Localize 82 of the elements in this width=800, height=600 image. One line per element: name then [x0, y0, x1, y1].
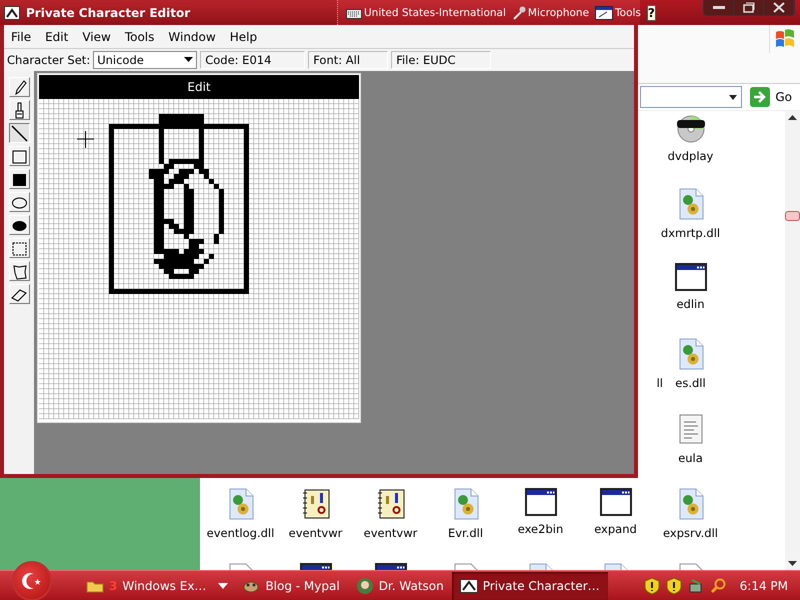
dropdown-arrow-icon	[184, 57, 194, 63]
menu-item[interactable]: Tools	[118, 30, 162, 44]
file-name[interactable]: ll	[656, 376, 663, 390]
code-panel: Code: E014	[200, 51, 306, 69]
menu-item[interactable]: View	[75, 30, 118, 44]
go-button[interactable]: Go	[746, 87, 796, 107]
application-window-icon	[674, 263, 706, 291]
file-name[interactable]: Evr.dll	[448, 526, 484, 540]
editor-icon	[460, 578, 478, 592]
security-shield-icon[interactable]	[644, 576, 660, 594]
line-icon	[10, 124, 28, 142]
doctor-icon	[356, 576, 374, 594]
rect-select-tool-button[interactable]	[8, 238, 30, 258]
file-name[interactable]: eula	[678, 451, 703, 465]
freeform-select-tool-button[interactable]	[8, 261, 30, 281]
network-icon[interactable]	[688, 578, 704, 594]
font-panel: Font: All	[308, 51, 388, 69]
file-name[interactable]: eventvwr	[364, 526, 418, 540]
pencil-tool-button[interactable]	[8, 77, 30, 97]
file-name[interactable]: eventlog.dll	[206, 526, 274, 540]
application-window-icon	[600, 488, 632, 516]
restore-icon	[742, 2, 754, 13]
pane-title: Edit	[39, 75, 359, 99]
disc-icon	[674, 113, 706, 143]
file-name[interactable]: edlin	[676, 297, 705, 311]
dll-file-icon	[676, 488, 704, 520]
crosshair-cursor-icon	[76, 130, 94, 148]
scroll-down-icon	[788, 561, 797, 567]
menu-item[interactable]: Help	[222, 30, 264, 44]
taskbar-button[interactable]: Private Character…	[452, 572, 608, 600]
minimize-icon	[712, 6, 724, 10]
file-name[interactable]: eventvwr	[288, 526, 342, 540]
keyboard-icon	[346, 6, 362, 18]
rectangle-tool-button[interactable]	[8, 146, 30, 166]
dll-file-icon	[226, 488, 254, 520]
file-name[interactable]: es.dll	[675, 376, 706, 390]
address-field[interactable]	[640, 86, 742, 108]
ellipse-tool-button[interactable]	[8, 192, 30, 212]
file-name[interactable]: dxmrtp.dll	[660, 226, 720, 240]
help-file-icon	[376, 488, 406, 520]
dll-file-icon	[676, 188, 704, 220]
text-file-icon	[678, 413, 704, 445]
filled-ellipse-tool-button[interactable]	[8, 215, 30, 235]
menu-item[interactable]: Window	[161, 30, 223, 44]
character-set-dropdown[interactable]: Unicode	[93, 51, 198, 69]
taskbar-button[interactable]: Blog - Mypal	[234, 572, 348, 600]
security-shield-icon[interactable]	[666, 576, 682, 594]
menu-item[interactable]: Edit	[38, 30, 76, 44]
application-window-icon	[524, 488, 556, 516]
scroll-up-icon	[788, 114, 797, 120]
window-title: Private Character Editor	[26, 6, 190, 20]
eraser-tool-button[interactable]	[8, 284, 30, 304]
close-icon	[772, 2, 784, 13]
group-menu-icon[interactable]	[218, 582, 228, 588]
file-panel: File: EUDC	[391, 51, 492, 69]
dll-file-icon	[452, 488, 480, 520]
taskbar-button[interactable]: 3 Windows Ex…	[78, 572, 214, 600]
keyboard-item[interactable]: United States-International	[346, 6, 506, 18]
character-set-label: Character Set:	[7, 53, 90, 67]
filled-rectangle-tool-button[interactable]	[8, 169, 30, 189]
microphone-icon	[512, 6, 526, 20]
tools-item[interactable]: Tools	[595, 6, 641, 20]
line-tool-button[interactable]	[8, 123, 30, 143]
windows-logo-icon	[774, 29, 796, 49]
dll-file-icon	[676, 338, 704, 370]
tools-icon	[595, 6, 614, 20]
microphone-item[interactable]: Microphone	[512, 6, 590, 20]
scrollbar[interactable]	[785, 111, 800, 570]
start-button[interactable]	[12, 560, 52, 600]
menu-item[interactable]: File	[4, 30, 38, 44]
taskbar-button[interactable]: Dr. Watson	[348, 572, 452, 600]
file-name[interactable]: exe2bin	[518, 522, 564, 536]
brush-tool-button[interactable]	[8, 100, 30, 120]
clock: 6:14 PM	[740, 578, 788, 592]
file-name[interactable]: dvdplay	[668, 149, 714, 163]
folder-icon	[86, 578, 104, 592]
scroll-thumb[interactable]	[785, 210, 800, 220]
search-icon[interactable]	[710, 578, 726, 594]
help-file-icon	[300, 488, 330, 520]
file-name[interactable]: expand	[594, 522, 637, 536]
file-name[interactable]: expsrv.dll	[663, 526, 718, 540]
app-icon	[4, 6, 20, 20]
